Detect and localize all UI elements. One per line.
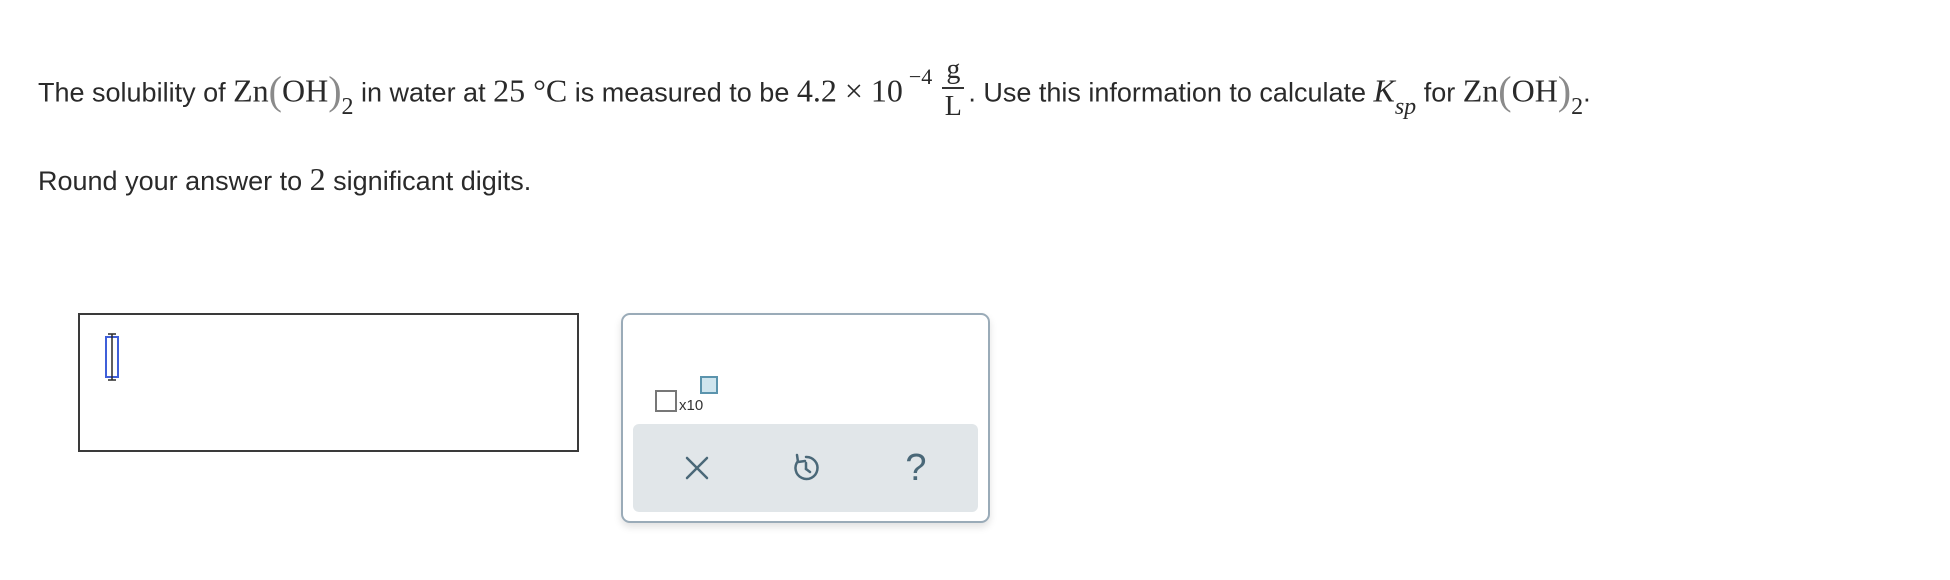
clear-button[interactable] xyxy=(675,446,719,490)
rounding-instruction: Round your answer to 2 significant digit… xyxy=(38,161,531,198)
compound-close-paren-2: ) xyxy=(1557,67,1572,113)
times-sign: × xyxy=(836,72,871,109)
unit-denominator: L xyxy=(944,91,962,122)
exponent-placeholder-icon xyxy=(700,376,718,394)
compound-subscript: 2 xyxy=(341,93,354,120)
question-part5: for xyxy=(1416,77,1463,108)
compound-open-paren: ( xyxy=(268,67,282,113)
math-toolbox: x10 ? xyxy=(621,313,990,523)
question-part2: in water at xyxy=(353,77,494,108)
k-symbol: K xyxy=(1373,72,1395,109)
help-button[interactable]: ? xyxy=(894,446,938,490)
k-subscript: sp xyxy=(1394,93,1417,120)
answer-input[interactable] xyxy=(78,313,579,452)
question-line: The solubility of Zn(OH)2 in water at 25… xyxy=(38,56,1591,127)
undo-icon xyxy=(794,453,819,481)
compound-group-2: OH xyxy=(1511,72,1558,109)
compound-close-paren: ) xyxy=(328,67,342,113)
compound-group: OH xyxy=(281,72,329,109)
page: The solubility of Zn(OH)2 in water at 25… xyxy=(0,0,1950,580)
solubility-mantissa: 4.2 xyxy=(796,72,837,109)
significant-digit-count: 2 xyxy=(309,161,326,197)
base-placeholder-icon xyxy=(655,390,677,412)
x10-label: x10 xyxy=(679,397,704,414)
text-cursor-icon xyxy=(105,333,119,381)
question-part1: The solubility of xyxy=(38,77,234,108)
solubility-exponent: −4 xyxy=(908,63,933,89)
instruction-prefix: Round your answer to xyxy=(38,166,310,196)
scientific-notation-button[interactable]: x10 xyxy=(651,345,721,414)
question-part4: . Use this information to calculate xyxy=(968,77,1374,108)
solubility-base: 10 xyxy=(870,72,903,109)
undo-button[interactable] xyxy=(784,446,828,490)
question-text: The solubility of Zn(OH)2 in water at 25… xyxy=(38,38,1918,128)
compound-element-2: Zn xyxy=(1462,72,1499,109)
close-icon xyxy=(685,456,709,480)
question-mark-icon: ? xyxy=(905,447,927,489)
unit-fraction: gL xyxy=(942,56,965,122)
compound-element: Zn xyxy=(233,72,269,109)
unit-numerator: g xyxy=(942,56,965,89)
question-part3: is measured to be xyxy=(567,77,797,108)
compound-open-paren-2: ( xyxy=(1498,67,1512,113)
question-part6: . xyxy=(1583,77,1591,108)
compound-subscript-2: 2 xyxy=(1571,93,1584,120)
temperature-value: 25 °C xyxy=(493,72,568,109)
action-toolbar: ? xyxy=(633,424,978,512)
instruction-suffix: significant digits. xyxy=(325,166,532,196)
